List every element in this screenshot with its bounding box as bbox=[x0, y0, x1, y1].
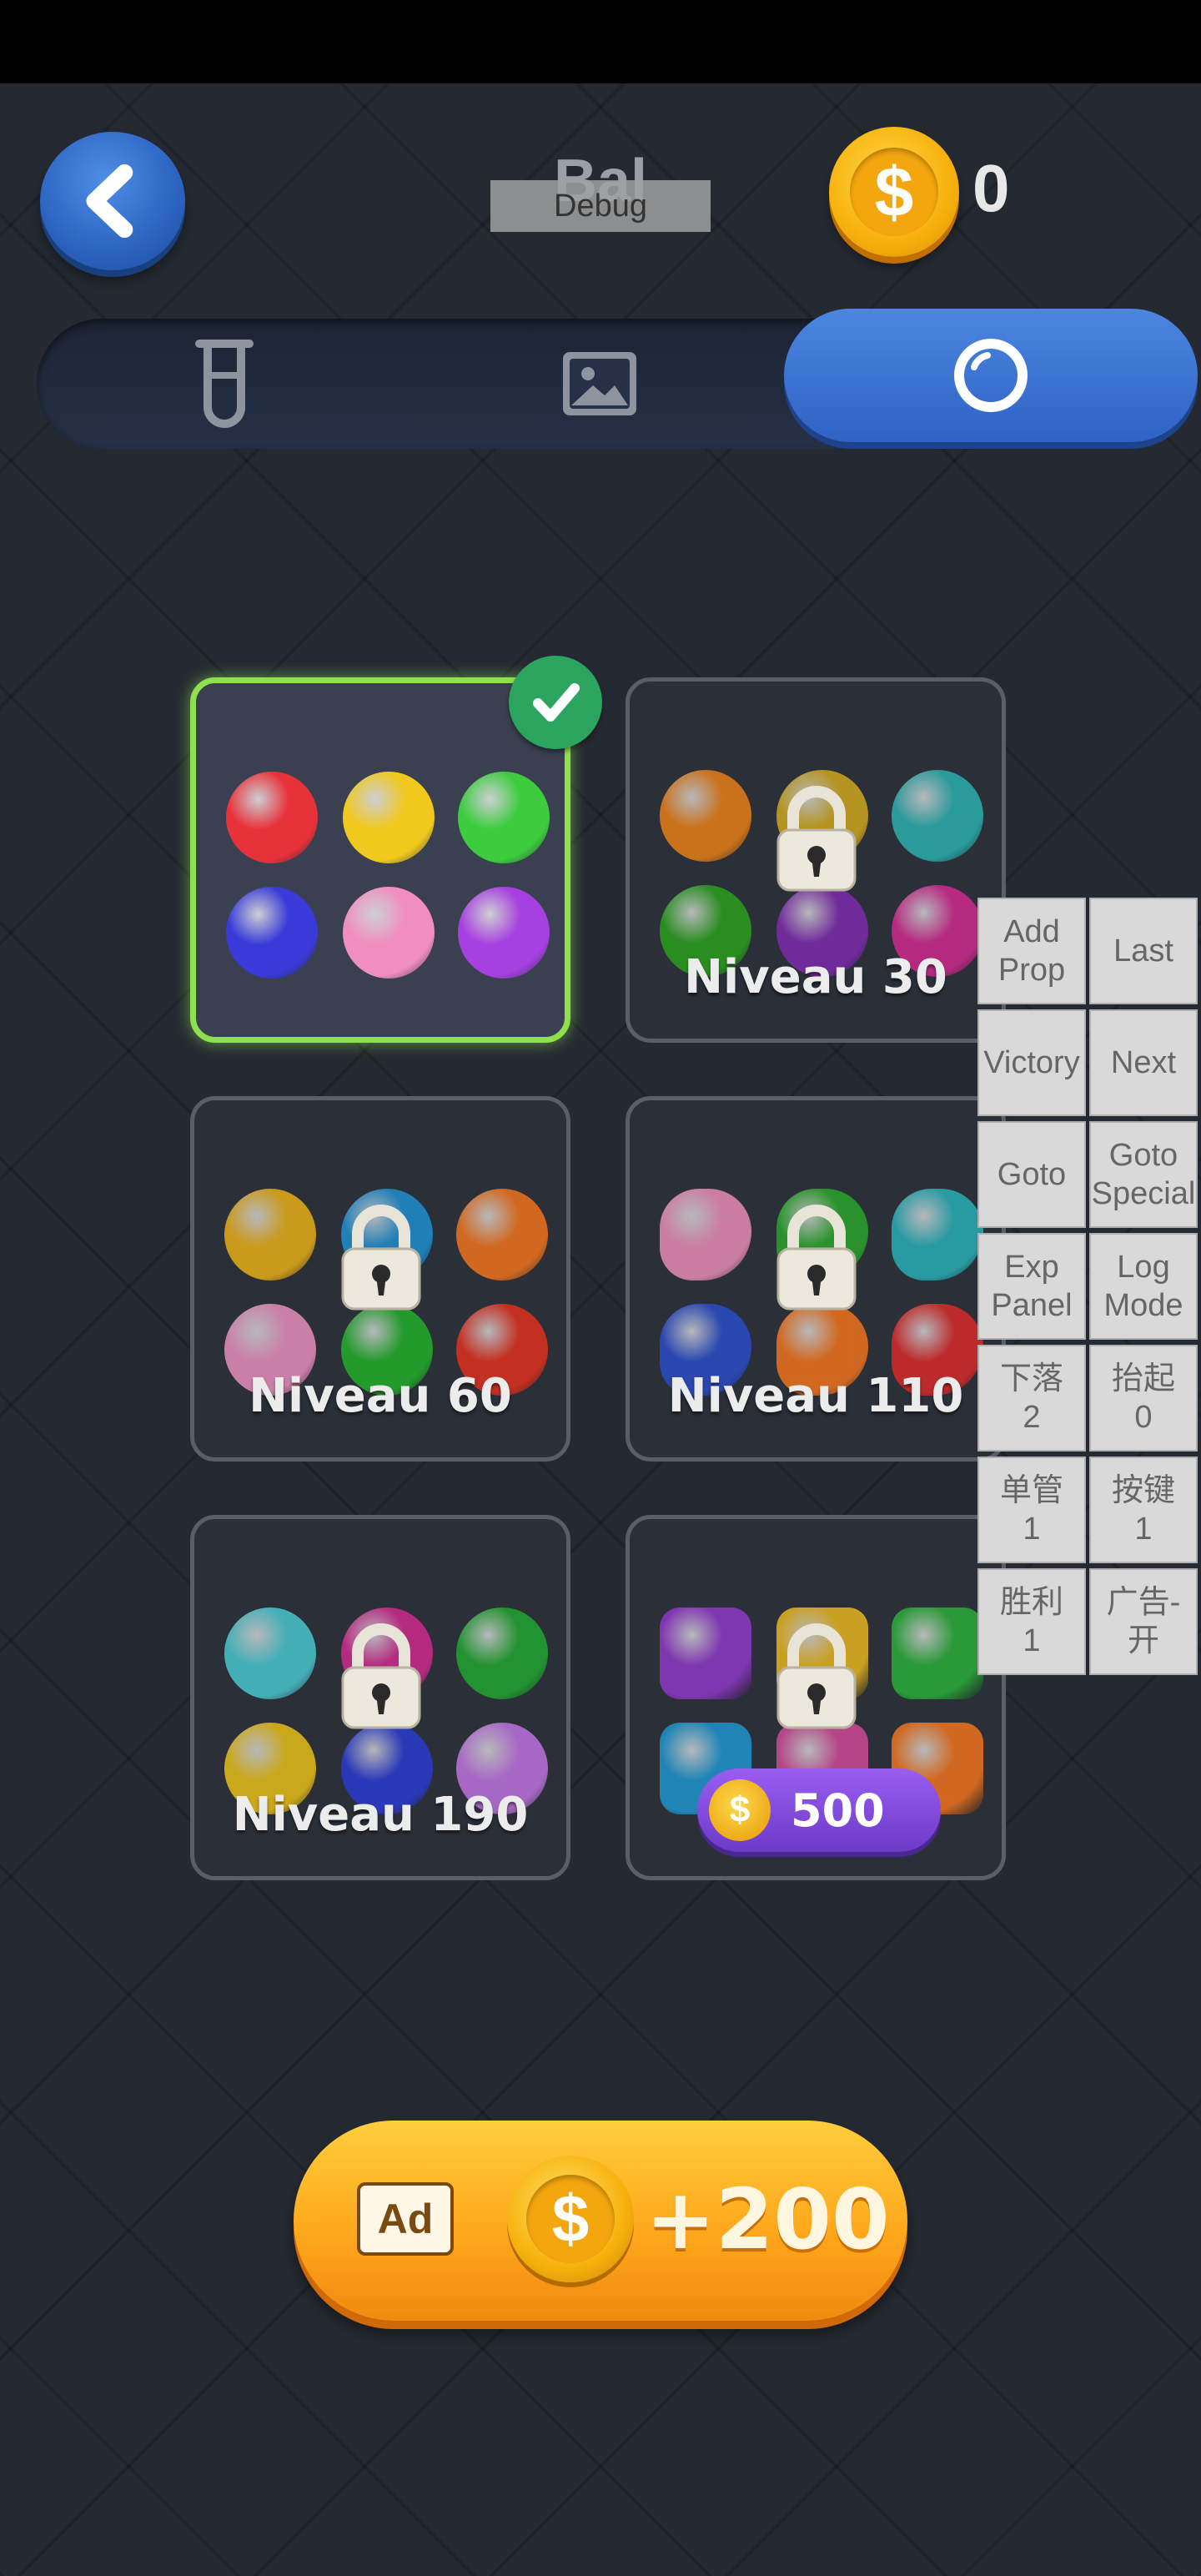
back-button[interactable] bbox=[40, 132, 185, 270]
debug-button[interactable]: 按键 1 bbox=[1089, 1457, 1198, 1563]
debug-button[interactable]: Goto bbox=[977, 1121, 1086, 1228]
level-card[interactable]: Niveau 110 bbox=[626, 1096, 1006, 1462]
test-tube-icon bbox=[195, 340, 254, 428]
ball bbox=[458, 772, 550, 863]
debug-button[interactable]: Exp Panel bbox=[977, 1233, 1086, 1340]
tab-image[interactable] bbox=[412, 319, 787, 449]
debug-button[interactable]: Log Mode bbox=[1089, 1233, 1198, 1340]
level-card[interactable] bbox=[190, 677, 570, 1043]
ball bbox=[892, 1607, 983, 1699]
debug-button[interactable]: Goto Special bbox=[1089, 1121, 1198, 1228]
ball bbox=[660, 1189, 751, 1280]
ball bbox=[892, 770, 983, 862]
coin-count: 0 bbox=[972, 151, 1010, 225]
ad-tag: Ad bbox=[357, 2182, 454, 2256]
lock-icon bbox=[776, 1623, 857, 1729]
ball bbox=[343, 772, 435, 863]
debug-button[interactable]: Next bbox=[1089, 1009, 1198, 1116]
debug-button[interactable]: 胜利 1 bbox=[977, 1568, 1086, 1675]
level-card[interactable]: Niveau 30 bbox=[626, 677, 1006, 1043]
coin-symbol: $ bbox=[850, 148, 938, 236]
level-label: Niveau 60 bbox=[249, 1369, 512, 1423]
debug-button[interactable]: 广告-开 bbox=[1089, 1568, 1198, 1675]
lock-icon bbox=[341, 1205, 421, 1311]
ball bbox=[456, 1607, 548, 1699]
debug-button[interactable]: 下落 2 bbox=[977, 1345, 1086, 1452]
lock-icon bbox=[776, 1205, 857, 1311]
ball bbox=[660, 770, 751, 862]
coin-icon-small: $ bbox=[709, 1779, 771, 1841]
level-label: Niveau 30 bbox=[684, 950, 947, 1004]
ball bbox=[224, 1607, 316, 1699]
lock-icon bbox=[341, 1623, 421, 1729]
unlock-price-button[interactable]: $ 500 bbox=[697, 1768, 941, 1852]
ball bbox=[458, 887, 550, 979]
ad-reward-amount: +200 bbox=[646, 2171, 890, 2268]
ball bbox=[456, 1189, 548, 1280]
lock-icon bbox=[776, 786, 857, 892]
ball bbox=[343, 887, 435, 979]
ball bbox=[660, 1607, 751, 1699]
ball bbox=[224, 1189, 316, 1280]
unlock-price: 500 bbox=[791, 1784, 885, 1837]
image-icon bbox=[563, 352, 636, 415]
chevron-left-icon bbox=[86, 164, 133, 239]
check-icon bbox=[509, 656, 602, 749]
debug-button[interactable]: Victory bbox=[977, 1009, 1086, 1116]
ball bbox=[892, 1189, 983, 1280]
debug-button[interactable]: Add Prop bbox=[977, 898, 1086, 1004]
level-label: Niveau 110 bbox=[667, 1369, 964, 1423]
debug-button[interactable]: Last bbox=[1089, 898, 1198, 1004]
debug-button[interactable]: 抬起 0 bbox=[1089, 1345, 1198, 1452]
coin-symbol: $ bbox=[526, 2175, 615, 2263]
level-label: Niveau 190 bbox=[232, 1788, 529, 1842]
status-bar bbox=[0, 0, 1201, 83]
level-card[interactable]: Niveau 60 bbox=[190, 1096, 570, 1462]
debug-label[interactable]: Debug bbox=[490, 180, 711, 232]
watch-ad-reward-button[interactable]: Ad $ +200 bbox=[294, 2121, 907, 2321]
debug-button[interactable]: 单管 1 bbox=[977, 1457, 1086, 1563]
level-card[interactable]: Niveau 190 bbox=[190, 1515, 570, 1880]
ball bbox=[226, 772, 318, 863]
coin-icon: $ bbox=[829, 127, 959, 257]
page-title-area: Bal Debug bbox=[490, 147, 711, 239]
ring-icon bbox=[954, 339, 1028, 412]
category-tabs bbox=[37, 309, 1198, 449]
coin-icon: $ bbox=[507, 2156, 634, 2282]
tab-ball[interactable] bbox=[784, 309, 1198, 442]
ball bbox=[226, 887, 318, 979]
tab-tube[interactable] bbox=[37, 319, 412, 449]
